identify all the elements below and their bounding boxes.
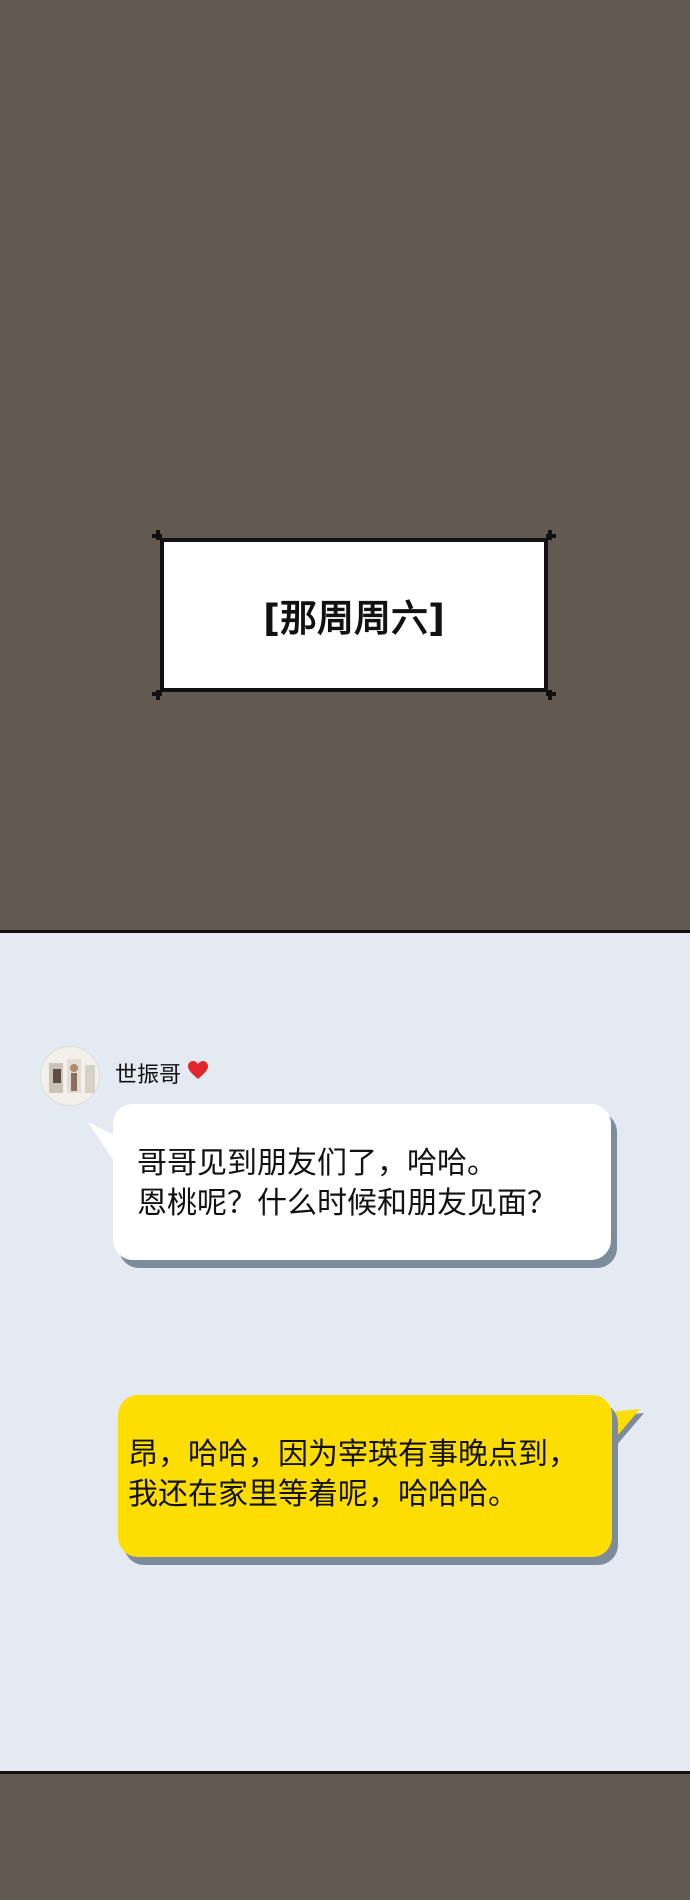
incoming-message-bubble: 哥哥见到朋友们了，哈哈。 恩桃呢？什么时候和朋友见面？ — [113, 1104, 611, 1260]
sender-name: 世振哥 — [115, 1063, 182, 1088]
caption-box: [那周周六] — [152, 530, 556, 700]
incoming-message-text: 哥哥见到朋友们了，哈哈。 恩桃呢？什么时候和朋友见面？ — [137, 1146, 557, 1221]
outgoing-message-bubble: 昂，哈哈，因为宰瑛有事晚点到， 我还在家里等着呢，哈哈哈。 — [118, 1395, 612, 1557]
sender-name-row: 世振哥 — [115, 1057, 209, 1089]
outgoing-message-text: 昂，哈哈，因为宰瑛有事晚点到， 我还在家里等着呢，哈哈哈。 — [128, 1437, 578, 1512]
chat-panel — [0, 933, 690, 1771]
heart-icon — [187, 1060, 209, 1086]
caption-text: [那周周六] — [263, 597, 445, 640]
top-panel: [那周周六] — [0, 0, 690, 932]
avatar[interactable] — [40, 1046, 100, 1106]
bottom-panel — [0, 1774, 690, 1900]
